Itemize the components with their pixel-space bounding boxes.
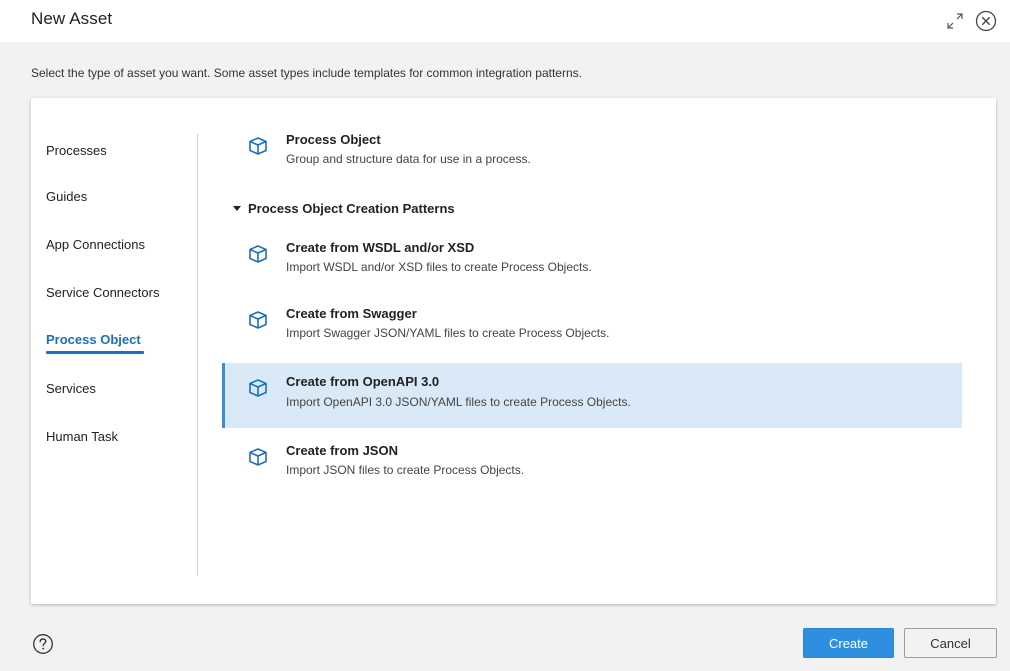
cancel-button[interactable]: Cancel xyxy=(904,628,997,658)
dialog-titlebar: New Asset xyxy=(0,0,1010,42)
nav-item-service-connectors[interactable]: Service Connectors xyxy=(46,285,159,301)
asset-name: Create from WSDL and/or XSD xyxy=(286,240,475,255)
cube-icon xyxy=(249,311,267,329)
cube-icon xyxy=(249,137,267,155)
asset-create-from-swagger[interactable]: Create from Swagger Import Swagger JSON/… xyxy=(222,298,962,354)
asset-description: Import JSON files to create Process Obje… xyxy=(286,463,525,477)
help-icon[interactable] xyxy=(32,633,54,655)
dialog-title: New Asset xyxy=(31,9,113,28)
create-button[interactable]: Create xyxy=(803,628,894,658)
expand-icon[interactable] xyxy=(944,10,966,32)
nav-item-processes[interactable]: Processes xyxy=(46,143,107,159)
caret-down-icon xyxy=(233,206,241,211)
nav-item-guides[interactable]: Guides xyxy=(46,189,87,205)
asset-type-panel: Processes Guides App Connections Service… xyxy=(31,98,996,604)
asset-name: Process Object xyxy=(286,132,381,147)
cube-icon xyxy=(249,448,267,466)
asset-create-from-wsdl[interactable]: Create from WSDL and/or XSD Import WSDL … xyxy=(222,232,962,288)
asset-create-from-json[interactable]: Create from JSON Import JSON files to cr… xyxy=(222,435,962,491)
asset-process-object[interactable]: Process Object Group and structure data … xyxy=(222,124,962,180)
asset-name: Create from Swagger xyxy=(286,306,417,321)
dialog-instruction: Select the type of asset you want. Some … xyxy=(31,66,582,80)
asset-description: Group and structure data for use in a pr… xyxy=(286,152,531,166)
asset-category-nav: Processes Guides App Connections Service… xyxy=(31,98,198,604)
asset-create-from-openapi[interactable]: Create from OpenAPI 3.0 Import OpenAPI 3… xyxy=(222,363,962,428)
pattern-group-header[interactable]: Process Object Creation Patterns xyxy=(233,201,455,216)
nav-divider xyxy=(197,134,198,576)
cube-icon xyxy=(249,379,267,397)
asset-name: Create from OpenAPI 3.0 xyxy=(286,374,440,389)
asset-description: Import OpenAPI 3.0 JSON/YAML files to cr… xyxy=(286,395,631,409)
active-nav-indicator xyxy=(46,351,144,354)
asset-description: Import WSDL and/or XSD files to create P… xyxy=(286,260,592,274)
nav-item-app-connections[interactable]: App Connections xyxy=(46,237,145,253)
nav-item-human-task[interactable]: Human Task xyxy=(46,429,118,445)
asset-description: Import Swagger JSON/YAML files to create… xyxy=(286,326,610,340)
cube-icon xyxy=(249,245,267,263)
pattern-group-label: Process Object Creation Patterns xyxy=(248,201,455,216)
nav-item-services[interactable]: Services xyxy=(46,381,96,397)
nav-item-process-object[interactable]: Process Object xyxy=(46,332,141,348)
asset-name: Create from JSON xyxy=(286,443,398,458)
close-icon[interactable] xyxy=(974,9,998,33)
